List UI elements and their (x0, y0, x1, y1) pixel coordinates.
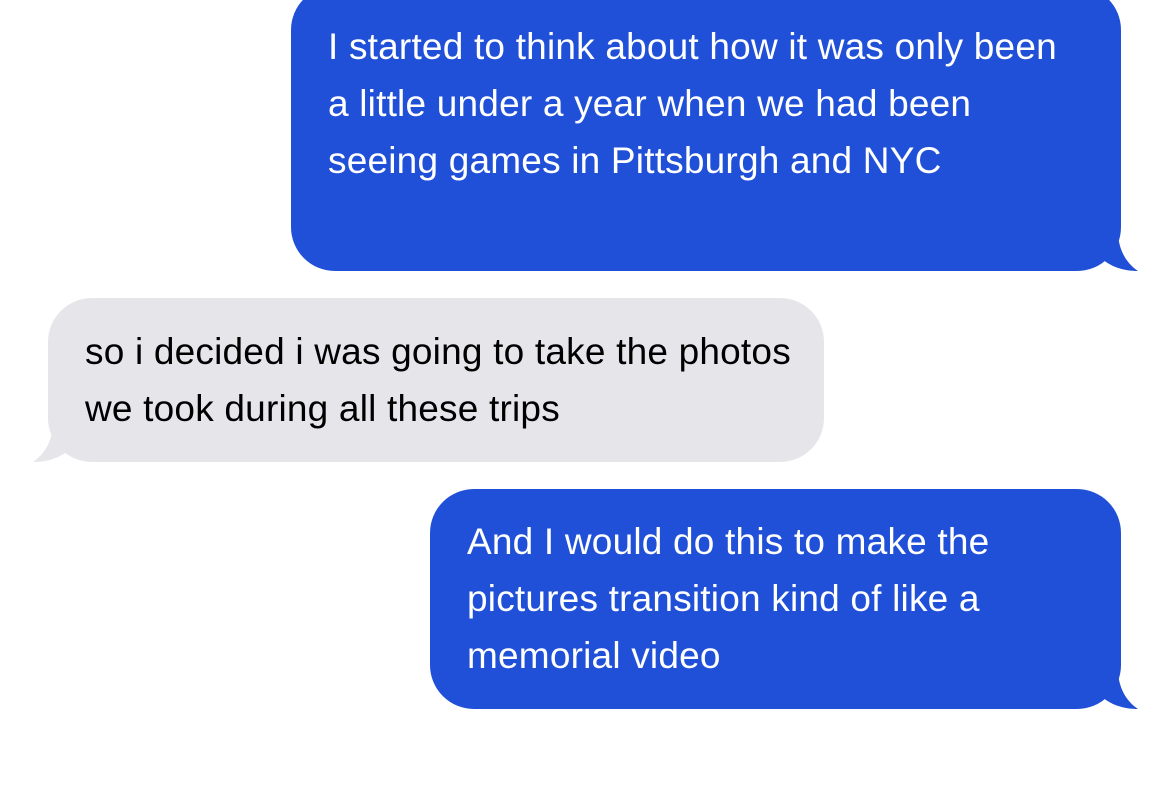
message-text: And I would do this to make the pictures… (467, 521, 990, 676)
sent-message-bubble[interactable]: I started to think about how it was only… (291, 0, 1121, 271)
message-text: so i decided i was going to take the pho… (85, 331, 791, 429)
sent-bubble-tail (1096, 231, 1140, 271)
received-message-bubble[interactable]: so i decided i was going to take the pho… (48, 298, 824, 462)
sent-bubble-tail (1096, 669, 1140, 709)
message-text: I started to think about how it was only… (328, 26, 1057, 181)
received-bubble-tail (31, 422, 75, 462)
sent-message-bubble[interactable]: And I would do this to make the pictures… (430, 489, 1121, 709)
message-thread: I started to think about how it was only… (0, 0, 1170, 812)
